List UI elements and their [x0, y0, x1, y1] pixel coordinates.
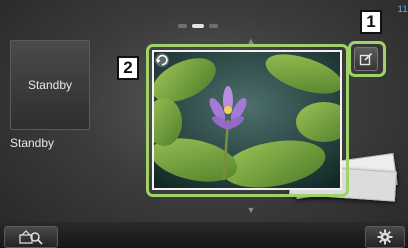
page-dot — [178, 24, 187, 28]
page-dot — [209, 24, 218, 28]
source-select-button[interactable] — [4, 226, 58, 248]
page-indicator — [178, 23, 218, 29]
callout-frame-2 — [146, 44, 349, 197]
bottom-bar — [0, 222, 408, 248]
status-clock: 11 — [397, 4, 408, 14]
edit-icon — [359, 52, 373, 66]
edit-button[interactable] — [354, 47, 378, 71]
callout-number-1: 1 — [360, 10, 382, 34]
settings-button[interactable] — [365, 226, 405, 248]
display-screen: 11 Standby Standby ▲ ▼ 1 2 — [0, 0, 408, 248]
page-dot-active — [192, 24, 204, 28]
source-tile[interactable]: Standby — [10, 40, 90, 130]
gear-icon — [377, 229, 393, 245]
source-name: Standby — [10, 136, 55, 150]
source-tile-label: Standby — [27, 78, 73, 92]
chevron-down-icon[interactable]: ▼ — [246, 205, 256, 215]
callout-number-2: 2 — [117, 56, 139, 80]
rotate-icon[interactable] — [154, 52, 170, 68]
source-search-icon — [19, 230, 43, 245]
